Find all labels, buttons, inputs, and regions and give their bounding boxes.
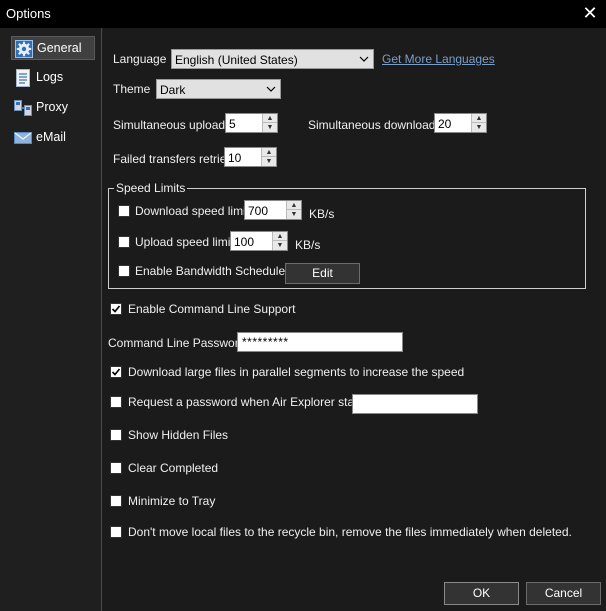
- clear-completed-checkbox[interactable]: [110, 462, 122, 474]
- simultaneous-downloads-stepper[interactable]: 20 ▲ ▼: [434, 113, 487, 133]
- log-icon: [14, 69, 32, 87]
- minimize-to-tray-label: Minimize to Tray: [128, 494, 216, 508]
- request-password-label: Request a password when Air Explorer sta…: [128, 395, 368, 409]
- download-limit-checkbox[interactable]: [118, 205, 130, 217]
- simultaneous-uploads-stepper[interactable]: 5 ▲ ▼: [225, 113, 278, 133]
- parallel-segments-checkbox[interactable]: [110, 366, 122, 378]
- title-bar: [0, 0, 606, 28]
- upload-limit-label: Upload speed limit: [135, 235, 234, 249]
- bandwidth-scheduler-checkbox[interactable]: [118, 265, 130, 277]
- proxy-icon: [14, 99, 32, 117]
- general-panel: [103, 28, 606, 611]
- sidebar-item-logs[interactable]: Logs: [11, 66, 95, 90]
- parallel-segments-label: Download large files in parallel segment…: [128, 365, 465, 379]
- sidebar-item-label: Logs: [36, 70, 64, 84]
- language-label: Language: [113, 52, 167, 66]
- mail-icon: [14, 129, 32, 147]
- spin-down-icon[interactable]: ▼: [263, 123, 277, 132]
- upload-limit-stepper[interactable]: 100 ▲ ▼: [230, 231, 288, 251]
- download-limit-label: Download speed limit: [135, 204, 250, 218]
- failed-retries-label: Failed transfers retries: [113, 152, 233, 166]
- ok-button[interactable]: OK: [444, 582, 519, 605]
- simultaneous-uploads-value: 5: [229, 117, 236, 131]
- spin-up-icon[interactable]: ▲: [287, 201, 301, 210]
- upload-limit-checkbox[interactable]: [118, 236, 130, 248]
- theme-label: Theme: [113, 82, 151, 96]
- show-hidden-files-checkbox[interactable]: [110, 429, 122, 441]
- cancel-button[interactable]: Cancel: [526, 582, 601, 605]
- command-line-password-label: Command Line Password: [108, 336, 246, 350]
- theme-value: Dark: [160, 83, 186, 97]
- clear-completed-label: Clear Completed: [128, 461, 219, 475]
- spin-up-icon[interactable]: ▲: [262, 148, 276, 157]
- speed-limits-title: Speed Limits: [114, 181, 188, 195]
- close-icon[interactable]: ✕: [581, 4, 599, 22]
- simultaneous-downloads-value: 20: [438, 117, 452, 131]
- upload-limit-value: 100: [234, 235, 255, 249]
- chevron-down-icon: [266, 86, 276, 92]
- checkmark-icon: [111, 368, 121, 376]
- command-line-password-field[interactable]: *********: [237, 332, 403, 352]
- sidebar-item-label: eMail: [36, 130, 66, 144]
- checkmark-icon: [111, 305, 121, 313]
- sidebar-item-proxy[interactable]: Proxy: [11, 96, 95, 120]
- spin-up-icon[interactable]: ▲: [472, 114, 486, 123]
- simultaneous-uploads-label: Simultaneous uploads: [113, 118, 232, 132]
- gear-icon: [15, 40, 33, 58]
- theme-select[interactable]: Dark: [156, 79, 281, 99]
- sidebar-item-label: General: [37, 41, 82, 55]
- skip-recycle-bin-checkbox[interactable]: [110, 526, 122, 538]
- language-value: English (United States): [175, 53, 298, 67]
- request-password-field[interactable]: [352, 394, 478, 414]
- get-more-languages-link[interactable]: Get More Languages: [382, 52, 495, 66]
- request-password-checkbox[interactable]: [110, 396, 122, 408]
- download-limit-value: 700: [248, 204, 269, 218]
- spin-up-icon[interactable]: ▲: [263, 114, 277, 123]
- spin-down-icon[interactable]: ▼: [273, 241, 287, 250]
- download-unit: KB/s: [309, 207, 335, 221]
- command-line-support-label: Enable Command Line Support: [128, 302, 296, 316]
- failed-retries-stepper[interactable]: 10 ▲ ▼: [224, 147, 277, 167]
- command-line-password-value: *********: [242, 335, 289, 349]
- failed-retries-value: 10: [228, 151, 242, 165]
- minimize-to-tray-checkbox[interactable]: [110, 495, 122, 507]
- skip-recycle-bin-label: Don't move local files to the recycle bi…: [128, 525, 572, 539]
- show-hidden-files-label: Show Hidden Files: [128, 428, 229, 442]
- spin-down-icon[interactable]: ▼: [262, 157, 276, 166]
- window-title: Options: [6, 6, 51, 21]
- spin-down-icon[interactable]: ▼: [287, 210, 301, 219]
- upload-unit: KB/s: [295, 238, 321, 252]
- sidebar-item-email[interactable]: eMail: [11, 126, 95, 150]
- bandwidth-scheduler-label: Enable Bandwidth Scheduler: [135, 264, 290, 278]
- download-limit-stepper[interactable]: 700 ▲ ▼: [244, 200, 302, 220]
- sidebar-item-label: Proxy: [36, 100, 68, 114]
- chevron-down-icon: [359, 56, 369, 62]
- spin-down-icon[interactable]: ▼: [472, 123, 486, 132]
- spin-up-icon[interactable]: ▲: [273, 232, 287, 241]
- command-line-support-checkbox[interactable]: [110, 303, 122, 315]
- edit-scheduler-button[interactable]: Edit: [285, 263, 360, 284]
- simultaneous-downloads-label: Simultaneous downloads: [308, 118, 442, 132]
- language-select[interactable]: English (United States): [171, 49, 374, 69]
- sidebar-item-general[interactable]: General: [11, 36, 95, 60]
